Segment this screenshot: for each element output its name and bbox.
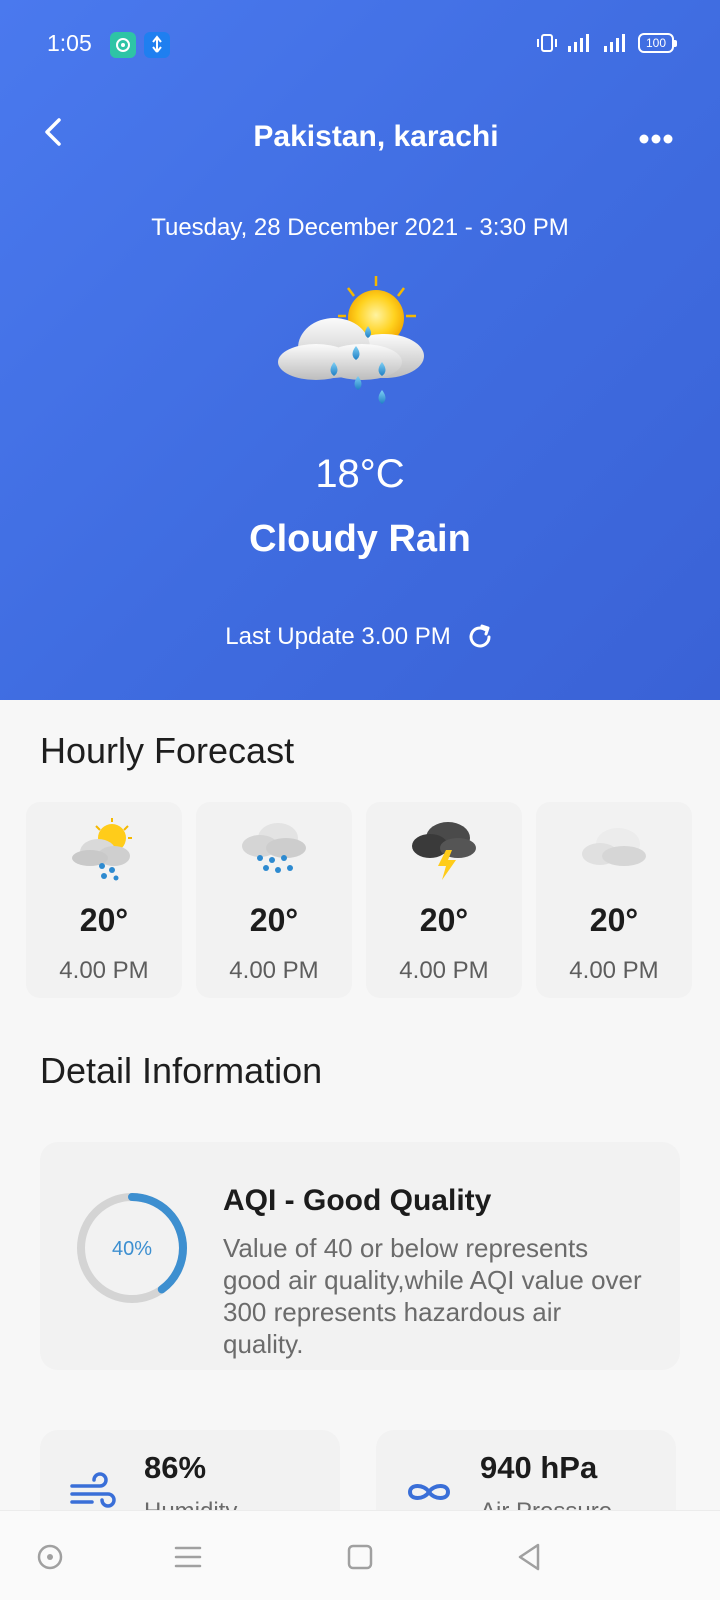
detail-information-title: Detail Information — [40, 1050, 323, 1091]
hourly-forecast-title: Hourly Forecast — [40, 730, 295, 771]
status-bar: 1:05 100 — [0, 0, 720, 88]
aqi-title: AQI - Good Quality — [223, 1184, 492, 1217]
current-temperature: 18°C — [315, 452, 405, 496]
sun-cloud-rain-icon — [68, 816, 140, 882]
hourly-card[interactable]: 20° 4.00 PM — [26, 802, 182, 998]
refresh-icon[interactable] — [465, 622, 495, 652]
assistant-app-icon — [110, 32, 136, 58]
humidity-value: 86% — [144, 1450, 207, 1485]
hourly-time: 4.00 PM — [229, 957, 319, 984]
menu-icon — [174, 1546, 202, 1568]
status-indicators: 100 — [536, 32, 677, 54]
cloud-rain-icon — [238, 816, 310, 882]
back-nav-button[interactable] — [510, 1537, 550, 1577]
square-icon — [347, 1544, 373, 1570]
aqi-card[interactable]: 40% AQI - Good Quality Value of 40 or be… — [40, 1142, 680, 1370]
date-time: Tuesday, 28 December 2021 - 3:30 PM — [151, 214, 569, 241]
hourly-time: 4.00 PM — [569, 957, 659, 984]
hourly-forecast-list: 20° 4.00 PM 20° 4.00 PM 20° 4.00 PM 20° … — [26, 802, 696, 998]
home-nav-button[interactable] — [340, 1537, 380, 1577]
aqi-description: Value of 40 or below represents good air… — [223, 1233, 642, 1359]
more-icon — [639, 134, 673, 144]
pressure-icon — [406, 1472, 452, 1512]
hourly-temp: 20° — [419, 902, 469, 938]
system-navigation-bar — [0, 1510, 720, 1600]
hourly-time: 4.00 PM — [399, 957, 489, 984]
hourly-card[interactable]: 20° 4.00 PM — [196, 802, 352, 998]
weather-header: 1:05 100 Pakistan, karachi Tuesday, 28 D… — [0, 0, 720, 700]
more-options-button[interactable] — [636, 124, 676, 154]
target-icon — [37, 1544, 63, 1570]
hourly-temp: 20° — [79, 902, 129, 938]
last-update-text: Last Update 3.00 PM — [225, 623, 451, 650]
battery-icon: 100 — [638, 33, 677, 53]
wind-icon — [70, 1472, 116, 1512]
hourly-time: 4.00 PM — [59, 957, 149, 984]
current-condition: Cloudy Rain — [249, 518, 471, 560]
hourly-card[interactable]: 20° 4.00 PM — [366, 802, 522, 998]
hourly-temp: 20° — [249, 902, 299, 938]
usb-icon — [144, 32, 170, 58]
air-pressure-value: 940 hPa — [480, 1450, 598, 1485]
signal-icon-2 — [604, 34, 625, 52]
hourly-temp: 20° — [589, 902, 639, 938]
location-title: Pakistan, karachi — [253, 120, 499, 153]
aqi-progress-ring: 40% — [74, 1190, 190, 1306]
vibrate-icon — [537, 34, 557, 52]
assistant-nav-button[interactable] — [30, 1537, 70, 1577]
status-time: 1:05 — [47, 30, 92, 56]
thunderstorm-icon — [408, 816, 480, 882]
hourly-card[interactable]: 20° 4.00 PM — [536, 802, 692, 998]
aqi-value-label: 40% — [112, 1238, 152, 1260]
last-update-row[interactable]: Last Update 3.00 PM — [0, 622, 720, 652]
sun-cloud-rain-icon — [276, 276, 436, 416]
triangle-back-icon — [518, 1543, 540, 1571]
menu-nav-button[interactable] — [168, 1537, 208, 1577]
signal-icon — [568, 34, 589, 52]
cloud-icon — [578, 816, 650, 882]
